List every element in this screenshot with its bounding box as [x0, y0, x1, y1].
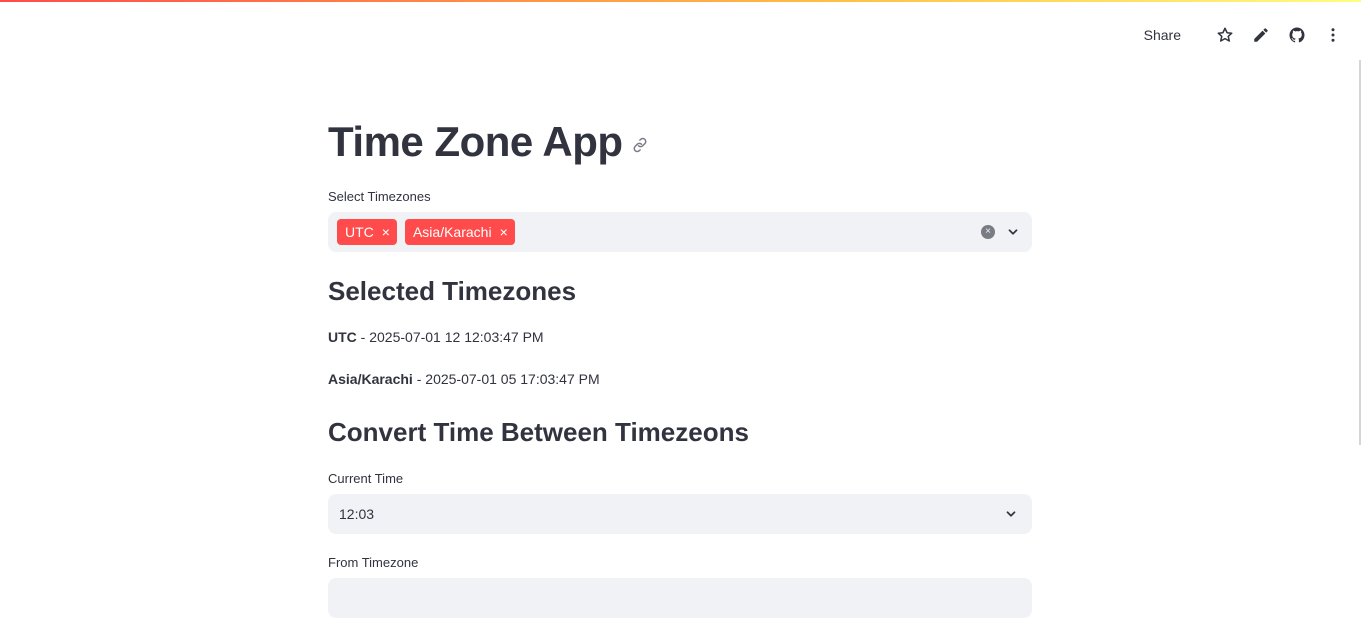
- tag-label: UTC: [345, 224, 374, 240]
- app-toolbar: Share: [1144, 22, 1343, 48]
- current-time-label: Current Time: [328, 471, 404, 486]
- convert-time-heading: Convert Time Between Timezeons: [328, 417, 749, 447]
- clear-all-icon[interactable]: ×: [981, 225, 995, 239]
- current-time-value: 12:03: [339, 506, 375, 522]
- chevron-down-icon[interactable]: [1006, 225, 1020, 239]
- remove-tag-icon[interactable]: ×: [500, 225, 508, 239]
- timezone-select-label: Select Timezones: [328, 189, 431, 204]
- tag-utc[interactable]: UTC ×: [337, 219, 397, 245]
- github-icon[interactable]: [1287, 25, 1307, 45]
- tag-label: Asia/Karachi: [412, 224, 492, 240]
- multiselect-controls: ×: [981, 212, 1020, 252]
- timezone-multiselect[interactable]: UTC × Asia/Karachi × ×: [328, 212, 1032, 252]
- link-icon[interactable]: [631, 136, 649, 154]
- tag-asia-karachi[interactable]: Asia/Karachi ×: [404, 219, 515, 245]
- remove-tag-icon[interactable]: ×: [382, 225, 390, 239]
- timezone-time: 2025-07-01 05 17:03:47 PM: [425, 371, 600, 387]
- timezone-name: Asia/Karachi: [328, 371, 413, 387]
- timezone-time: 2025-07-01 12 12:03:47 PM: [369, 329, 544, 345]
- timezone-entry: Asia/Karachi - 2025-07-01 05 17:03:47 PM: [328, 371, 600, 387]
- timezone-name: UTC: [328, 329, 357, 345]
- title-row: Time Zone App: [328, 116, 649, 168]
- star-icon[interactable]: [1215, 25, 1235, 45]
- from-timezone-label: From Timezone: [328, 555, 419, 570]
- from-timezone-select[interactable]: [328, 578, 1032, 618]
- top-decoration-bar: [0, 0, 1361, 2]
- separator: -: [356, 329, 370, 345]
- pencil-icon[interactable]: [1251, 25, 1271, 45]
- separator: -: [412, 371, 426, 387]
- page-title: Time Zone App: [328, 118, 623, 165]
- more-vertical-icon[interactable]: [1323, 25, 1343, 45]
- selected-timezones-heading: Selected Timezones: [328, 276, 577, 306]
- current-time-select[interactable]: 12:03: [328, 494, 1032, 534]
- timezone-entry: UTC - 2025-07-01 12 12:03:47 PM: [328, 329, 544, 345]
- chevron-down-icon[interactable]: [1004, 507, 1018, 521]
- share-button[interactable]: Share: [1144, 27, 1181, 43]
